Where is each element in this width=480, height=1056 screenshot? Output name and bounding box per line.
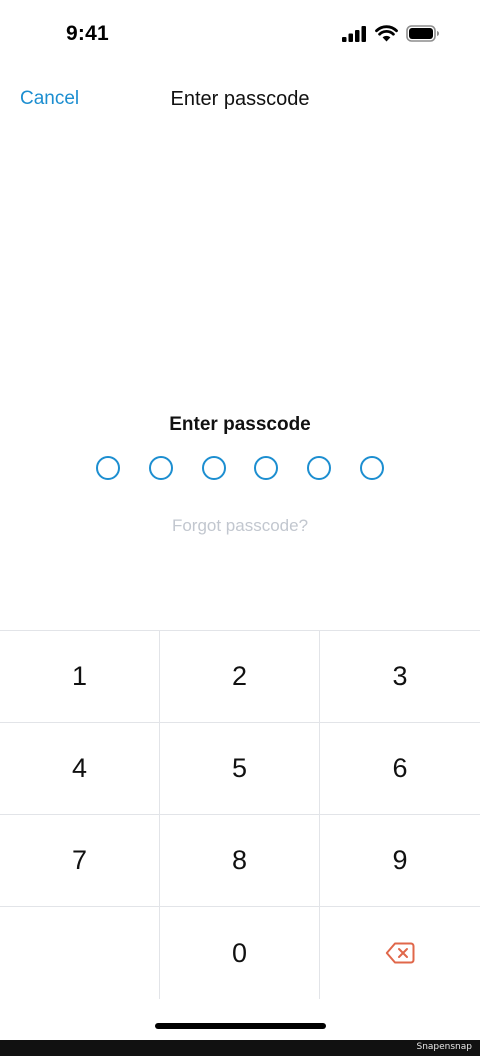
passcode-dot — [254, 456, 279, 480]
passcode-dot — [148, 456, 173, 480]
status-icons — [342, 25, 440, 42]
key-7[interactable]: 7 — [0, 815, 160, 907]
key-4[interactable]: 4 — [0, 723, 160, 815]
key-empty — [0, 907, 160, 999]
cancel-button[interactable]: Cancel — [20, 88, 79, 110]
key-6[interactable]: 6 — [320, 723, 480, 815]
key-2[interactable]: 2 — [160, 631, 320, 723]
cellular-signal-icon — [342, 25, 366, 42]
status-bar: 9:41 — [0, 0, 480, 72]
battery-icon — [406, 25, 439, 42]
watermark: Snapensnap — [416, 1042, 472, 1052]
passcode-prompt: Enter passcode — [169, 414, 311, 435]
key-0[interactable]: 0 — [160, 907, 320, 999]
key-3[interactable]: 3 — [320, 631, 480, 723]
wifi-icon — [375, 25, 398, 42]
nav-bar: Enter passcode Cancel — [0, 72, 480, 128]
passcode-dot — [307, 456, 332, 480]
key-1[interactable]: 1 — [0, 631, 160, 723]
key-8[interactable]: 8 — [160, 815, 320, 907]
backspace-icon — [385, 942, 415, 964]
forgot-passcode-link[interactable]: Forgot passcode? — [0, 516, 480, 536]
keypad: 1 2 3 4 5 6 7 8 9 0 — [0, 630, 480, 999]
backspace-button[interactable] — [320, 907, 480, 999]
passcode-dot — [359, 456, 384, 480]
bottom-band — [0, 1040, 480, 1056]
passcode-dots — [96, 456, 384, 482]
home-indicator[interactable] — [155, 1023, 326, 1029]
key-9[interactable]: 9 — [320, 815, 480, 907]
status-time: 9:41 — [66, 22, 109, 45]
key-5[interactable]: 5 — [160, 723, 320, 815]
passcode-dot — [96, 456, 120, 480]
passcode-dot — [201, 456, 226, 480]
